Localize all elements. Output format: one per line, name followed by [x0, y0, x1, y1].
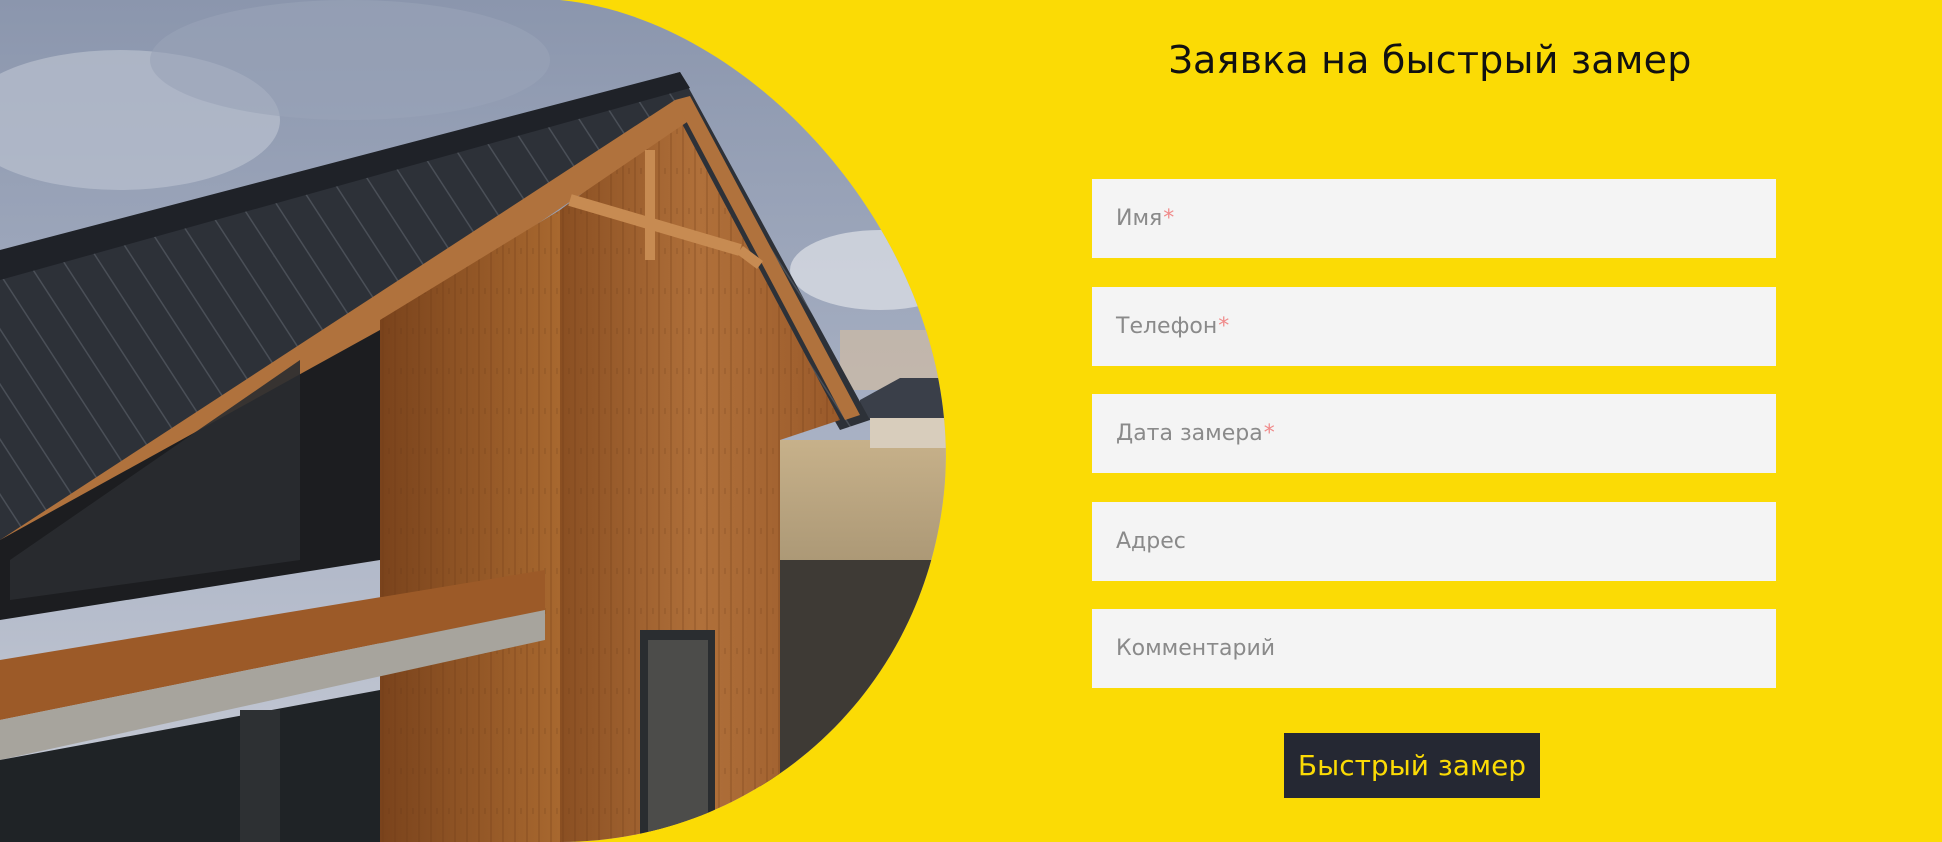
comment-input[interactable]: Комментарий	[1092, 609, 1776, 688]
form-title: Заявка на быстрый замер	[1168, 38, 1692, 82]
quick-measure-button[interactable]: Быстрый замер	[1284, 733, 1540, 798]
name-input[interactable]: Имя *	[1092, 179, 1776, 258]
measure-date-input[interactable]: Дата замера *	[1092, 394, 1776, 473]
address-input[interactable]: Адрес	[1092, 502, 1776, 581]
required-mark: *	[1263, 421, 1275, 446]
page: Заявка на быстрый замер Имя * Телефон * Да…	[0, 0, 1942, 842]
name-placeholder: Имя	[1116, 206, 1163, 231]
measure-date-placeholder: Дата замера	[1116, 421, 1263, 446]
house-photo-illustration	[0, 0, 946, 842]
comment-placeholder: Комментарий	[1116, 636, 1276, 661]
phone-input[interactable]: Телефон *	[1092, 287, 1776, 366]
address-placeholder: Адрес	[1116, 529, 1186, 554]
required-mark: *	[1163, 206, 1175, 231]
house-photo	[0, 0, 960, 842]
required-mark: *	[1218, 314, 1230, 339]
phone-placeholder: Телефон	[1116, 314, 1218, 339]
